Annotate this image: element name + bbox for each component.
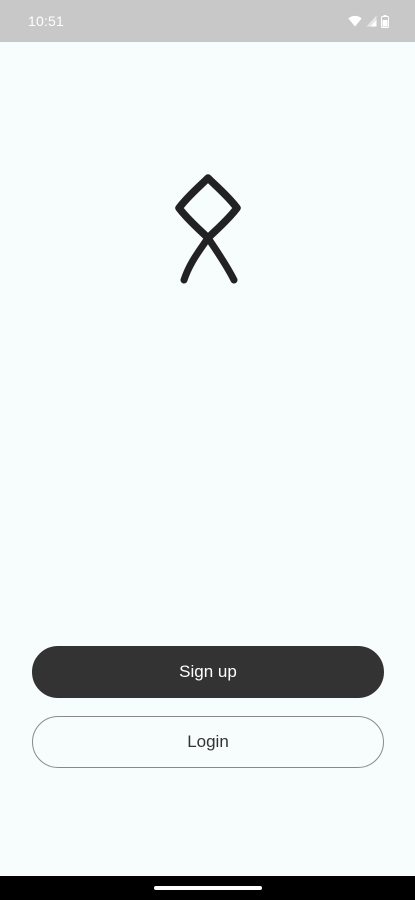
wifi-icon: [348, 15, 362, 27]
login-button-label: Login: [187, 732, 229, 751]
login-button[interactable]: Login: [32, 716, 384, 768]
status-time: 10:51: [28, 13, 65, 29]
cellular-signal-icon: [366, 15, 377, 27]
signup-button-label: Sign up: [179, 662, 237, 681]
status-bar: 10:51: [0, 0, 415, 42]
home-indicator[interactable]: [153, 886, 262, 890]
signup-button[interactable]: Sign up: [32, 646, 384, 698]
status-icons: [348, 14, 389, 28]
othala-rune-logo: [170, 170, 246, 290]
navigation-bar: [0, 876, 415, 900]
welcome-screen: 10:51 Sign up Login: [0, 0, 415, 900]
battery-icon: [381, 14, 389, 28]
